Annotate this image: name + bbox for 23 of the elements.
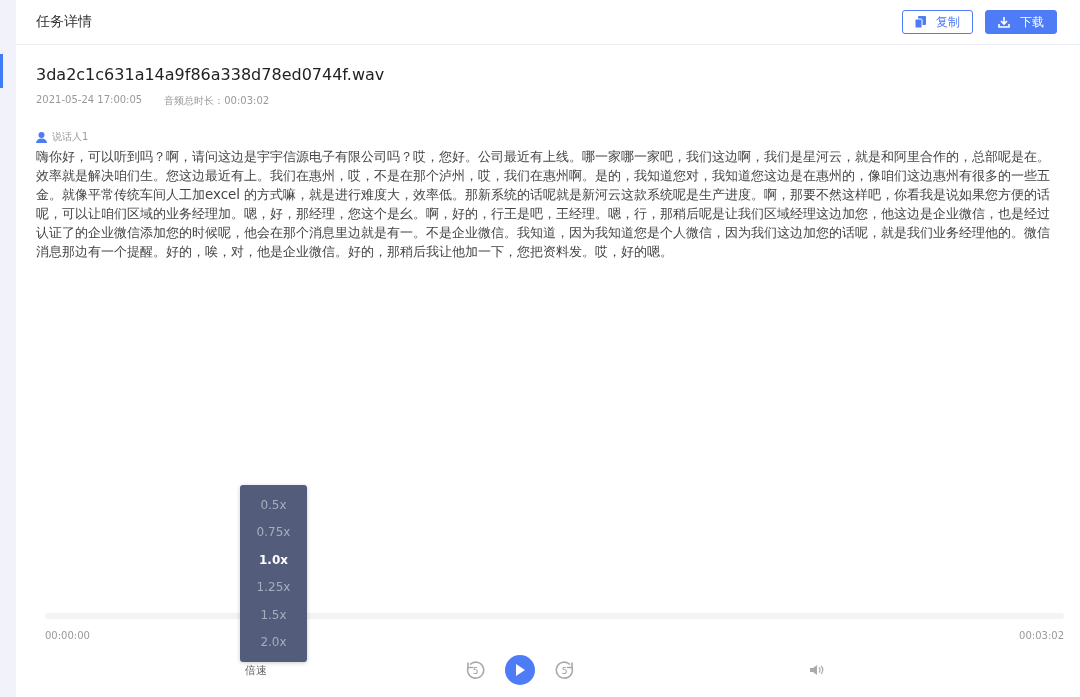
speed-option[interactable]: 1.0x: [240, 546, 307, 574]
speed-option[interactable]: 1.25x: [240, 573, 307, 601]
download-button[interactable]: 下载: [985, 10, 1057, 34]
speed-button[interactable]: 倍速: [245, 662, 267, 678]
copy-icon: [915, 16, 926, 28]
play-button[interactable]: [505, 655, 535, 685]
total-time: 00:03:02: [1019, 630, 1064, 641]
speed-option[interactable]: 0.5x: [240, 491, 307, 519]
speed-option[interactable]: 2.0x: [240, 628, 307, 656]
page-title: 任务详情: [36, 13, 92, 31]
file-name: 3da2c1c631a14a9f86a338d78ed0744f.wav: [36, 65, 386, 84]
speed-option[interactable]: 0.75x: [240, 518, 307, 546]
person-icon: [36, 131, 47, 143]
volume-icon[interactable]: [810, 664, 824, 676]
speaker-label: 说话人1: [52, 130, 89, 144]
transcript-text: 嗨你好，可以听到吗？啊，请问这边是宇宇信源电子有限公司吗？哎，您好。公司最近有上线。哪一家哪一家吧，我们这边啊，我们是星河云，就是和阿里合作的，总部呢是在。效率就是解决咱们生。您这边最近有上。我们在惠州，哎，不是在那个泸州，哎，我们在惠州啊。是的，我知道您对，我知道您这边是在惠州的，像咱们这边惠州有很多的一些五金。就像平常传统车间人工加excel 的方式嘛，就是进行难度大，效率低。那新系统的话呢就是新河云这款系统呢是生产进度。啊，那要不然这样吧，你看我是说如果您方便的话呢，可以让咱们区域的业务经理加。嗯，好，那经理，您这个是幺。啊，好的，行王是吧，王经理。嗯，行，那稍后呢是让我们区域经理这边加您，他这边是企业微信，也是经过认证了的企业微信添加您的时候呢，他会在那个消息里边就是有一。不是企业微信。我知道，因为我知道您是个人微信，因为我们这边加您的话呢，就是我们业务经理他的。微信消息那边有一个提醒。好的，唉，对，他是企业微信。好的，那稍后我让他加一下，您把资料发。哎，好的嗯。: [36, 148, 1052, 261]
current-time: 00:00:00: [45, 630, 90, 641]
recording-date: 2021-05-24 17:00:05: [36, 94, 143, 107]
speed-option[interactable]: 1.5x: [240, 601, 307, 629]
download-icon: [998, 16, 1010, 28]
audio-duration: 音频总时长：00:03:02: [164, 94, 270, 108]
copy-button[interactable]: 复制: [902, 10, 973, 34]
play-icon: [515, 664, 525, 676]
